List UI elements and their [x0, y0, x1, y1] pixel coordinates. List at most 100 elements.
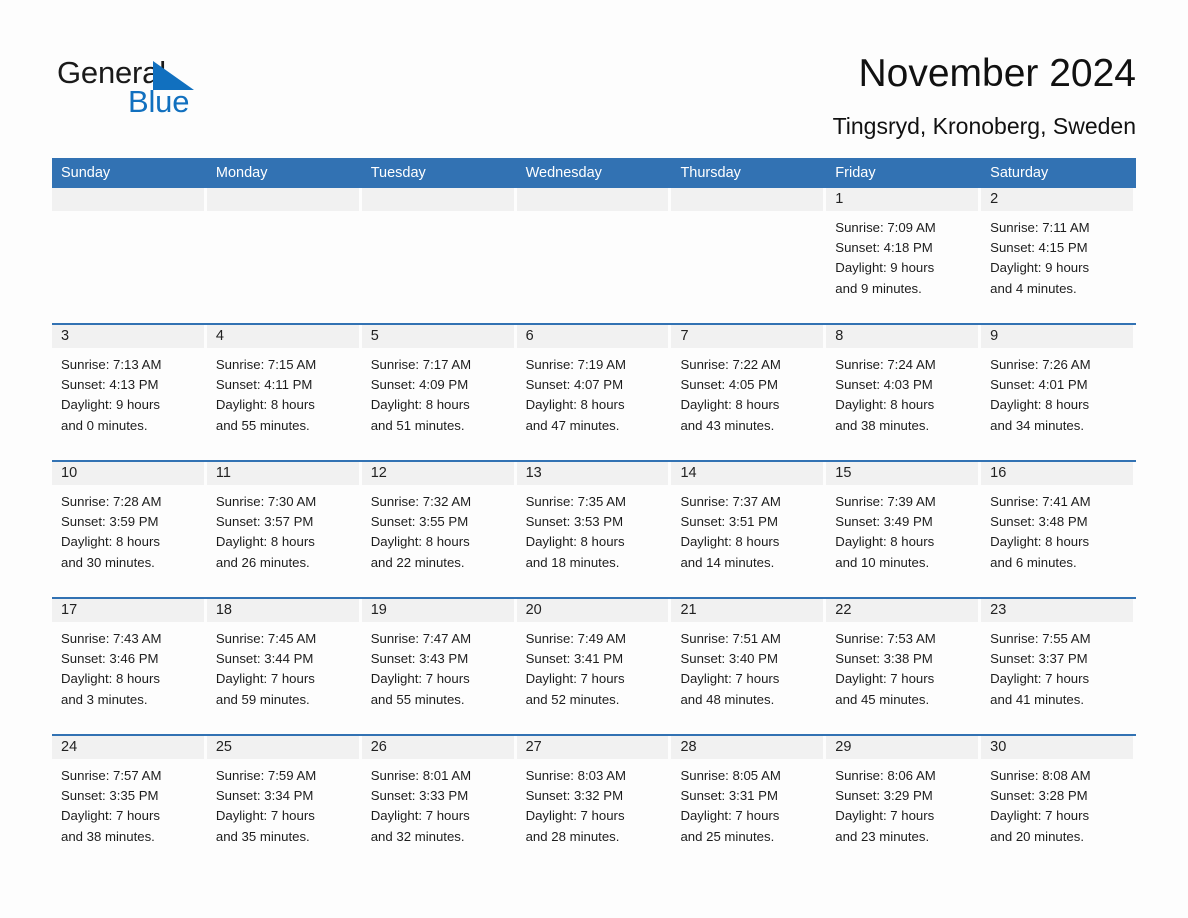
daylight-text-line2: and 41 minutes.	[990, 691, 1084, 707]
sunrise-text: Sunrise: 8:03 AM	[525, 768, 627, 783]
daylight-text-line1: Daylight: 8 hours	[525, 534, 625, 550]
day-number: 22	[835, 602, 852, 618]
sunrise-text: Sunrise: 7:09 AM	[835, 220, 936, 235]
calendar-page: General Blue November 2024 Tingsryd, Kro…	[0, 0, 1188, 918]
day-cell[interactable]	[206, 188, 362, 323]
weekday-header-monday: Monday	[215, 165, 268, 181]
daylight-text-line1: Daylight: 8 hours	[680, 534, 780, 550]
day-cell[interactable]: 28 Sunrise: 8:05 AM Sunset: 3:31 PM Dayl…	[671, 736, 826, 871]
day-cell[interactable]: 10 Sunrise: 7:28 AM Sunset: 3:59 PM Dayl…	[52, 462, 207, 597]
day-cell[interactable]: 16 Sunrise: 7:41 AM Sunset: 3:48 PM Dayl…	[981, 462, 1136, 597]
day-cell[interactable]: 7 Sunrise: 7:22 AM Sunset: 4:05 PM Dayli…	[671, 325, 826, 460]
calendar-week-row: 10 Sunrise: 7:28 AM Sunset: 3:59 PM Dayl…	[52, 460, 1136, 597]
daylight-text-line2: and 45 minutes.	[835, 691, 930, 707]
day-cell[interactable]: 11 Sunrise: 7:30 AM Sunset: 3:57 PM Dayl…	[206, 462, 362, 597]
sunset-text: Sunset: 3:55 PM	[370, 514, 469, 530]
day-number: 13	[525, 465, 542, 481]
day-cell[interactable]: 19 Sunrise: 7:47 AM Sunset: 3:43 PM Dayl…	[361, 599, 517, 734]
day-number: 5	[370, 328, 379, 344]
daylight-text-line2: and 55 minutes.	[215, 417, 310, 433]
sunset-text: Sunset: 3:31 PM	[680, 788, 778, 804]
daylight-text-line2: and 51 minutes.	[370, 417, 465, 433]
sunrise-text: Sunrise: 7:24 AM	[835, 357, 936, 372]
weekday-header-friday: Friday	[835, 165, 876, 181]
day-cell[interactable]: 20 Sunrise: 7:49 AM Sunset: 3:41 PM Dayl…	[516, 599, 672, 734]
day-cell[interactable]: 14 Sunrise: 7:37 AM Sunset: 3:51 PM Dayl…	[671, 462, 826, 597]
day-cell[interactable]: 5 Sunrise: 7:17 AM Sunset: 4:09 PM Dayli…	[361, 325, 517, 460]
day-cell[interactable]: 22 Sunrise: 7:53 AM Sunset: 3:38 PM Dayl…	[826, 599, 981, 734]
page-title: November 2024	[858, 52, 1137, 95]
day-cell[interactable]: 21 Sunrise: 7:51 AM Sunset: 3:40 PM Dayl…	[671, 599, 826, 734]
day-cell[interactable]	[516, 188, 672, 323]
day-cell[interactable]: 3 Sunrise: 7:13 AM Sunset: 4:13 PM Dayli…	[52, 325, 207, 460]
day-number: 25	[215, 739, 232, 755]
day-cell[interactable]: 30 Sunrise: 8:08 AM Sunset: 3:28 PM Dayl…	[981, 736, 1136, 871]
day-details: Sunrise: 7:59 AM Sunset: 3:34 PM Dayligh…	[207, 759, 362, 847]
daylight-text-line2: and 38 minutes.	[835, 417, 930, 433]
sunrise-text: Sunrise: 8:01 AM	[370, 768, 472, 783]
daylight-text-line2: and 34 minutes.	[990, 417, 1084, 433]
daylight-text-line2: and 59 minutes.	[215, 691, 310, 707]
weekday-header-row: Sunday Monday Tuesday Wednesday Thursday…	[52, 158, 1136, 188]
day-cell[interactable]: 12 Sunrise: 7:32 AM Sunset: 3:55 PM Dayl…	[361, 462, 517, 597]
general-blue-logo[interactable]: General Blue	[57, 56, 257, 126]
day-number: 17	[61, 602, 78, 618]
daylight-text-line2: and 52 minutes.	[525, 691, 620, 707]
day-cell[interactable]: 1 Sunrise: 7:09 AM Sunset: 4:18 PM Dayli…	[826, 188, 981, 323]
day-details	[671, 211, 826, 218]
daylight-text-line1: Daylight: 7 hours	[61, 808, 160, 824]
daylight-text-line2: and 4 minutes.	[990, 280, 1077, 296]
sunrise-text: Sunrise: 7:15 AM	[215, 357, 317, 372]
day-cell[interactable]: 15 Sunrise: 7:39 AM Sunset: 3:49 PM Dayl…	[826, 462, 981, 597]
daylight-text-line1: Daylight: 9 hours	[990, 260, 1090, 276]
sunset-text: Sunset: 3:48 PM	[990, 514, 1088, 530]
day-cell[interactable]: 24 Sunrise: 7:57 AM Sunset: 3:35 PM Dayl…	[52, 736, 207, 871]
day-details: Sunrise: 8:03 AM Sunset: 3:32 PM Dayligh…	[517, 759, 672, 847]
sunset-text: Sunset: 3:59 PM	[61, 514, 159, 530]
daylight-text-line2: and 6 minutes.	[990, 554, 1077, 570]
day-details: Sunrise: 7:11 AM Sunset: 4:15 PM Dayligh…	[981, 211, 1136, 299]
day-number: 9	[990, 328, 999, 344]
page-subtitle: Tingsryd, Kronoberg, Sweden	[832, 113, 1136, 139]
day-number: 8	[835, 328, 844, 344]
day-details: Sunrise: 7:39 AM Sunset: 3:49 PM Dayligh…	[826, 485, 981, 573]
day-number: 23	[990, 602, 1007, 618]
day-cell[interactable]	[361, 188, 517, 323]
day-cell[interactable]: 4 Sunrise: 7:15 AM Sunset: 4:11 PM Dayli…	[206, 325, 362, 460]
calendar-week-row: 24 Sunrise: 7:57 AM Sunset: 3:35 PM Dayl…	[52, 734, 1136, 871]
day-cell[interactable]: 6 Sunrise: 7:19 AM Sunset: 4:07 PM Dayli…	[516, 325, 672, 460]
daylight-text-line1: Daylight: 8 hours	[525, 397, 625, 413]
day-cell[interactable]: 26 Sunrise: 8:01 AM Sunset: 3:33 PM Dayl…	[361, 736, 517, 871]
daylight-text-line2: and 14 minutes.	[680, 554, 775, 570]
day-details: Sunrise: 7:43 AM Sunset: 3:46 PM Dayligh…	[52, 622, 207, 710]
day-details: Sunrise: 7:45 AM Sunset: 3:44 PM Dayligh…	[207, 622, 362, 710]
daylight-text-line2: and 38 minutes.	[61, 828, 155, 844]
day-cell[interactable]: 8 Sunrise: 7:24 AM Sunset: 4:03 PM Dayli…	[826, 325, 981, 460]
sunrise-text: Sunrise: 7:43 AM	[61, 631, 162, 646]
sunset-text: Sunset: 3:33 PM	[370, 788, 469, 804]
sunrise-text: Sunrise: 7:26 AM	[990, 357, 1091, 372]
day-cell[interactable]: 17 Sunrise: 7:43 AM Sunset: 3:46 PM Dayl…	[52, 599, 207, 734]
sunset-text: Sunset: 3:37 PM	[990, 651, 1088, 667]
day-details: Sunrise: 7:47 AM Sunset: 3:43 PM Dayligh…	[362, 622, 517, 710]
day-cell[interactable]: 25 Sunrise: 7:59 AM Sunset: 3:34 PM Dayl…	[206, 736, 362, 871]
day-cell[interactable]: 23 Sunrise: 7:55 AM Sunset: 3:37 PM Dayl…	[981, 599, 1136, 734]
day-cell[interactable]	[671, 188, 826, 323]
day-number: 19	[370, 602, 387, 618]
daylight-text-line2: and 30 minutes.	[61, 554, 155, 570]
daylight-text-line1: Daylight: 8 hours	[61, 671, 160, 687]
day-cell[interactable]: 2 Sunrise: 7:11 AM Sunset: 4:15 PM Dayli…	[981, 188, 1136, 323]
daylight-text-line1: Daylight: 7 hours	[990, 671, 1090, 687]
daylight-text-line1: Daylight: 8 hours	[215, 534, 315, 550]
day-cell[interactable]: 18 Sunrise: 7:45 AM Sunset: 3:44 PM Dayl…	[206, 599, 362, 734]
calendar-week-row: 3 Sunrise: 7:13 AM Sunset: 4:13 PM Dayli…	[52, 323, 1136, 460]
day-cell[interactable]: 27 Sunrise: 8:03 AM Sunset: 3:32 PM Dayl…	[516, 736, 672, 871]
day-cell[interactable]	[52, 188, 207, 323]
daylight-text-line2: and 35 minutes.	[215, 828, 310, 844]
sunrise-text: Sunrise: 7:35 AM	[525, 494, 627, 509]
day-cell[interactable]: 13 Sunrise: 7:35 AM Sunset: 3:53 PM Dayl…	[516, 462, 672, 597]
day-cell[interactable]: 9 Sunrise: 7:26 AM Sunset: 4:01 PM Dayli…	[981, 325, 1136, 460]
day-cell[interactable]: 29 Sunrise: 8:06 AM Sunset: 3:29 PM Dayl…	[826, 736, 981, 871]
sunset-text: Sunset: 3:28 PM	[990, 788, 1088, 804]
sunrise-text: Sunrise: 7:13 AM	[61, 357, 162, 372]
